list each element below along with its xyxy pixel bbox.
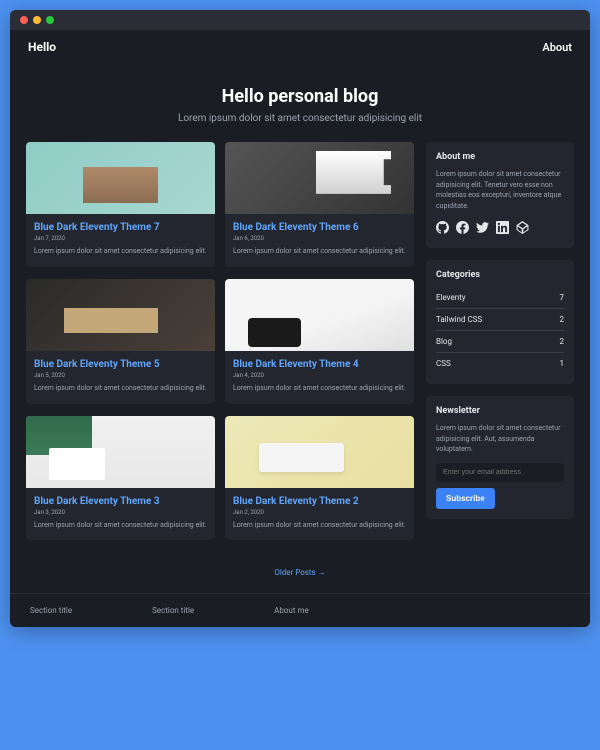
post-date: Jan 7, 2020 [34, 235, 207, 242]
post-excerpt: Lorem ipsum dolor sit amet consectetur a… [233, 247, 406, 257]
category-name: CSS [436, 359, 451, 368]
newsletter-title: Newsletter [436, 406, 564, 416]
traffic-close[interactable] [20, 16, 28, 24]
post-thumb [225, 279, 414, 351]
footer-col-title: Section title [30, 606, 72, 615]
post-thumb [26, 416, 215, 488]
post-excerpt: Lorem ipsum dolor sit amet consectetur a… [34, 521, 207, 531]
categories-card: Categories Eleventy 7 Tailwind CSS 2 Blo… [426, 260, 574, 384]
category-name: Eleventy [436, 293, 466, 302]
post-date: Jan 6, 2020 [233, 235, 406, 242]
post-title-link[interactable]: Blue Dark Eleventy Theme 6 [233, 222, 406, 233]
twitter-icon[interactable] [476, 219, 489, 238]
posts-grid: Blue Dark Eleventy Theme 7 Jan 7, 2020 L… [26, 142, 414, 540]
category-name: Blog [436, 337, 452, 346]
post-date: Jan 2, 2020 [233, 509, 406, 516]
sidebar: About me Lorem ipsum dolor sit amet cons… [426, 142, 574, 540]
post-card[interactable]: Blue Dark Eleventy Theme 2 Jan 2, 2020 L… [225, 416, 414, 541]
footer-col-title: About me [274, 606, 309, 615]
category-count: 1 [560, 359, 565, 368]
older-posts-link[interactable]: Older Posts → [274, 568, 325, 577]
post-thumb [225, 142, 414, 214]
traffic-minimize[interactable] [33, 16, 41, 24]
newsletter-card: Newsletter Lorem ipsum dolor sit amet co… [426, 396, 574, 519]
top-nav: Hello About [10, 30, 590, 64]
categories-title: Categories [436, 270, 564, 280]
subscribe-button[interactable]: Subscribe [436, 488, 495, 509]
category-item[interactable]: Tailwind CSS 2 [436, 309, 564, 331]
post-excerpt: Lorem ipsum dolor sit amet consectetur a… [34, 247, 207, 257]
post-thumb [26, 142, 215, 214]
post-title-link[interactable]: Blue Dark Eleventy Theme 2 [233, 496, 406, 507]
post-card[interactable]: Blue Dark Eleventy Theme 3 Jan 3, 2020 L… [26, 416, 215, 541]
nav-about-link[interactable]: About [542, 41, 572, 54]
category-item[interactable]: CSS 1 [436, 353, 564, 374]
category-count: 2 [560, 337, 565, 346]
post-title-link[interactable]: Blue Dark Eleventy Theme 7 [34, 222, 207, 233]
about-card: About me Lorem ipsum dolor sit amet cons… [426, 142, 574, 248]
hero-title: Hello personal blog [28, 86, 572, 107]
category-item[interactable]: Blog 2 [436, 331, 564, 353]
post-date: Jan 3, 2020 [34, 509, 207, 516]
post-excerpt: Lorem ipsum dolor sit amet consectetur a… [233, 384, 406, 394]
social-links [436, 219, 564, 238]
category-name: Tailwind CSS [436, 315, 482, 324]
browser-window: Hello About Hello personal blog Lorem ip… [10, 10, 590, 627]
codepen-icon[interactable] [516, 219, 529, 238]
facebook-icon[interactable] [456, 219, 469, 238]
about-text: Lorem ipsum dolor sit amet consectetur a… [436, 169, 564, 211]
newsletter-text: Lorem ipsum dolor sit amet consectetur a… [436, 423, 564, 455]
page-content: Hello About Hello personal blog Lorem ip… [10, 30, 590, 627]
post-title-link[interactable]: Blue Dark Eleventy Theme 3 [34, 496, 207, 507]
github-icon[interactable] [436, 219, 449, 238]
post-thumb [225, 416, 414, 488]
browser-chrome [10, 10, 590, 30]
post-title-link[interactable]: Blue Dark Eleventy Theme 5 [34, 359, 207, 370]
post-excerpt: Lorem ipsum dolor sit amet consectetur a… [34, 384, 207, 394]
footer-col-title: Section title [152, 606, 194, 615]
category-count: 7 [560, 293, 565, 302]
newsletter-email-input[interactable] [436, 463, 564, 482]
category-count: 2 [560, 315, 565, 324]
post-date: Jan 5, 2020 [34, 372, 207, 379]
about-title: About me [436, 152, 564, 162]
post-card[interactable]: Blue Dark Eleventy Theme 4 Jan 4, 2020 L… [225, 279, 414, 404]
post-card[interactable]: Blue Dark Eleventy Theme 5 Jan 5, 2020 L… [26, 279, 215, 404]
post-title-link[interactable]: Blue Dark Eleventy Theme 4 [233, 359, 406, 370]
brand-link[interactable]: Hello [28, 40, 56, 54]
linkedin-icon[interactable] [496, 219, 509, 238]
post-excerpt: Lorem ipsum dolor sit amet consectetur a… [233, 521, 406, 531]
hero-subtitle: Lorem ipsum dolor sit amet consectetur a… [28, 113, 572, 124]
categories-list: Eleventy 7 Tailwind CSS 2 Blog 2 CSS [436, 287, 564, 374]
category-item[interactable]: Eleventy 7 [436, 287, 564, 309]
post-thumb [26, 279, 215, 351]
post-date: Jan 4, 2020 [233, 372, 406, 379]
hero: Hello personal blog Lorem ipsum dolor si… [10, 64, 590, 142]
footer: Section title Section title About me [10, 593, 590, 627]
pagination: Older Posts → [10, 554, 590, 593]
post-card[interactable]: Blue Dark Eleventy Theme 6 Jan 6, 2020 L… [225, 142, 414, 267]
main-layout: Blue Dark Eleventy Theme 7 Jan 7, 2020 L… [10, 142, 590, 554]
traffic-maximize[interactable] [46, 16, 54, 24]
post-card[interactable]: Blue Dark Eleventy Theme 7 Jan 7, 2020 L… [26, 142, 215, 267]
